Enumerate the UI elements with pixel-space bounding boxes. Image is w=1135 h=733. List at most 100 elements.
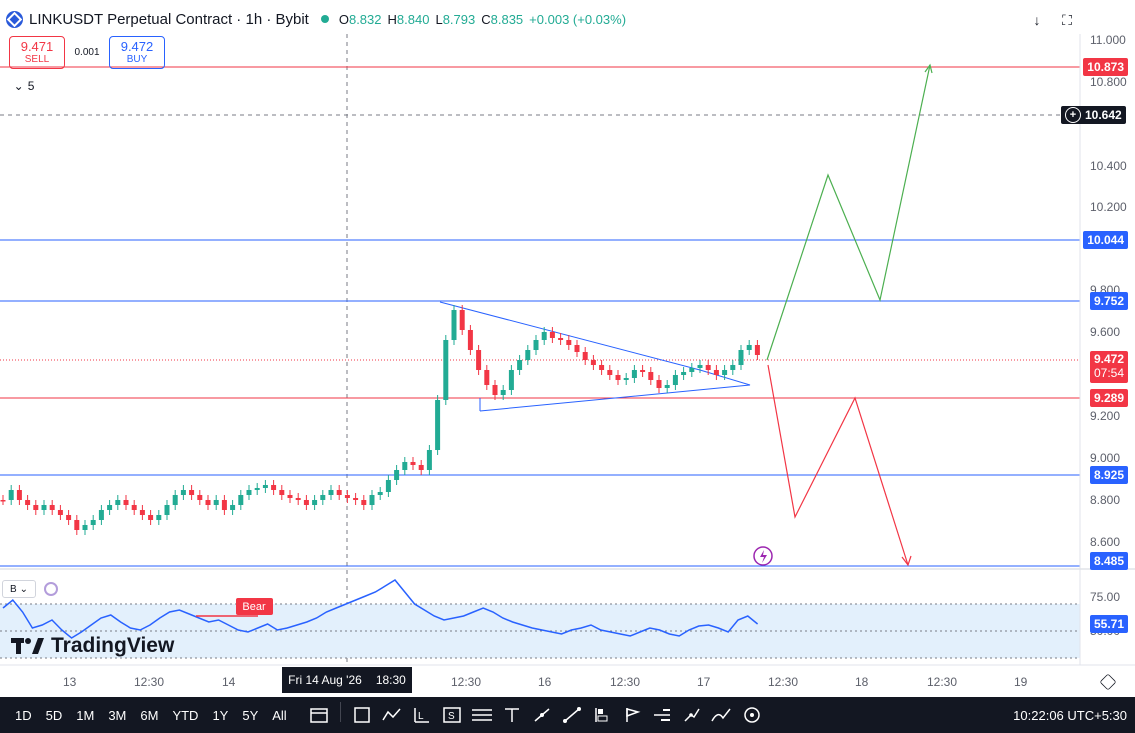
candle-body (541, 332, 547, 340)
timeframe-selector: 1D 5D 1M 3M 6M YTD 1Y 5Y All (8, 708, 294, 723)
date-range-icon[interactable] (304, 702, 334, 728)
buy-button[interactable]: 9.472 BUY (109, 36, 165, 69)
candle-body (730, 365, 736, 370)
candle-body (697, 365, 703, 368)
short-position-icon[interactable]: S (437, 702, 467, 728)
sell-price: 9.471 (20, 38, 54, 54)
path-tool-icon[interactable] (677, 702, 707, 728)
trend-line-icon[interactable] (557, 702, 587, 728)
chart-canvas[interactable]: Bear (0, 0, 1135, 733)
price-tick: 9.600 (1090, 325, 1121, 339)
ohlc-change: +0.003 (+0.03%) (529, 11, 627, 27)
timeframe-6m[interactable]: 6M (133, 708, 165, 723)
candle-body (451, 310, 457, 340)
rsi-tick: 75.00 (1090, 590, 1121, 604)
timeframe-1d[interactable]: 1D (8, 708, 39, 723)
refresh-icon[interactable] (44, 582, 58, 596)
ohlc-close-label: C (481, 11, 491, 27)
candle-body (279, 490, 285, 495)
timeframe-1m[interactable]: 1M (69, 708, 101, 723)
brush-tool-icon[interactable] (707, 702, 737, 728)
candle-body (508, 370, 514, 390)
download-icon[interactable]: ↓ (1026, 9, 1048, 31)
candle-body (205, 500, 211, 505)
candle-body (746, 345, 752, 350)
candle-body (476, 350, 482, 370)
rectangle-tool-icon[interactable] (347, 702, 377, 728)
candle-body (549, 332, 555, 338)
price-label-8485[interactable]: 8.485 (1089, 552, 1128, 570)
candle-body (492, 385, 498, 395)
target-tool-icon[interactable] (737, 702, 767, 728)
price-label-10044[interactable]: 10.044 (1083, 231, 1128, 249)
indicator-count: 5 (27, 79, 35, 93)
price-label-9752[interactable]: 9.752 (1089, 292, 1128, 310)
timeframe-ytd[interactable]: YTD (165, 708, 205, 723)
candle-body (656, 380, 662, 388)
rsi-collapse-button[interactable]: B ⌄ (2, 580, 36, 598)
price-label-8925[interactable]: 8.925 (1089, 466, 1128, 484)
ray-tool-icon[interactable] (527, 702, 557, 728)
fib-tool-icon[interactable] (467, 702, 497, 728)
price-label-10873[interactable]: 10.873 (1083, 58, 1128, 76)
candle-body (410, 462, 416, 465)
anchored-vwap-icon[interactable] (587, 702, 617, 728)
candle-body (705, 365, 711, 370)
tradingview-logo-icon (11, 638, 44, 654)
chainlink-logo-icon (6, 10, 23, 28)
candle-body (16, 490, 22, 500)
timeframe-5d[interactable]: 5D (39, 708, 70, 723)
candle-body (500, 390, 506, 395)
candle-body (41, 505, 47, 510)
volume-profile-icon[interactable] (647, 702, 677, 728)
market-status-icon[interactable] (320, 15, 329, 23)
price-tick: 9.000 (1090, 451, 1121, 465)
pattern-tool-icon[interactable] (377, 702, 407, 728)
timeframe-5y[interactable]: 5Y (235, 708, 265, 723)
candle-body (123, 500, 129, 505)
candle-body (754, 345, 760, 355)
ohlc-close: 8.835 (490, 11, 524, 27)
candle-body (189, 490, 195, 495)
timeframe-1y[interactable]: 1Y (205, 708, 235, 723)
candle-body (107, 505, 113, 510)
candle-body (615, 375, 621, 380)
price-label-9289[interactable]: 9.289 (1089, 389, 1128, 407)
candle-body (156, 515, 162, 520)
text-tool-icon[interactable] (497, 702, 527, 728)
price-tick: 10.800 (1090, 75, 1127, 89)
long-position-icon[interactable]: L (407, 702, 437, 728)
bottom-toolbar: 1D 5D 1M 3M 6M YTD 1Y 5Y All L S 10:22:0… (0, 697, 1135, 733)
chevron-down-icon: ⌄ (13, 79, 24, 93)
timeframe-3m[interactable]: 3M (101, 708, 133, 723)
time-tick: 12:30 (927, 675, 958, 689)
crosshair-price-label[interactable]: + 10.642 (1061, 106, 1126, 124)
symbol-title[interactable]: LINKUSDT Perpetual Contract · 1h · Bybit (29, 11, 309, 28)
clock-display[interactable]: 10:22:06 UTC+5:30 (1013, 697, 1127, 733)
time-tick: 12:30 (134, 675, 165, 689)
crosshair-price: 10.642 (1085, 108, 1122, 122)
tradingview-logo[interactable]: TradingView (11, 634, 174, 658)
flag-icon[interactable] (617, 702, 647, 728)
rsi-value-label[interactable]: 55.71 (1089, 615, 1128, 633)
indicators-collapse-button[interactable]: ⌄ 5 (9, 77, 39, 95)
crosshair-time: 18:30 (375, 673, 406, 687)
candle-body (262, 485, 268, 488)
candle-body (640, 370, 646, 372)
ohlc-low-label: L (435, 11, 443, 27)
candle-body (74, 520, 80, 530)
candle-body (115, 500, 121, 505)
candle-body (377, 492, 383, 495)
current-price-label[interactable]: 9.472 07:54 (1089, 351, 1128, 383)
add-alert-icon[interactable]: + (1065, 107, 1081, 123)
sell-button[interactable]: 9.471 SELL (9, 36, 65, 69)
candle-body (8, 490, 14, 500)
candle-body (418, 465, 424, 470)
ohlc-low: 8.793 (442, 11, 476, 27)
fullscreen-icon[interactable]: ⛶ (1056, 9, 1078, 31)
candle-body (722, 370, 728, 375)
candle-body (98, 510, 104, 520)
time-tick: 14 (222, 675, 236, 689)
timeframe-all[interactable]: All (265, 708, 293, 723)
time-tick: 19 (1014, 675, 1028, 689)
